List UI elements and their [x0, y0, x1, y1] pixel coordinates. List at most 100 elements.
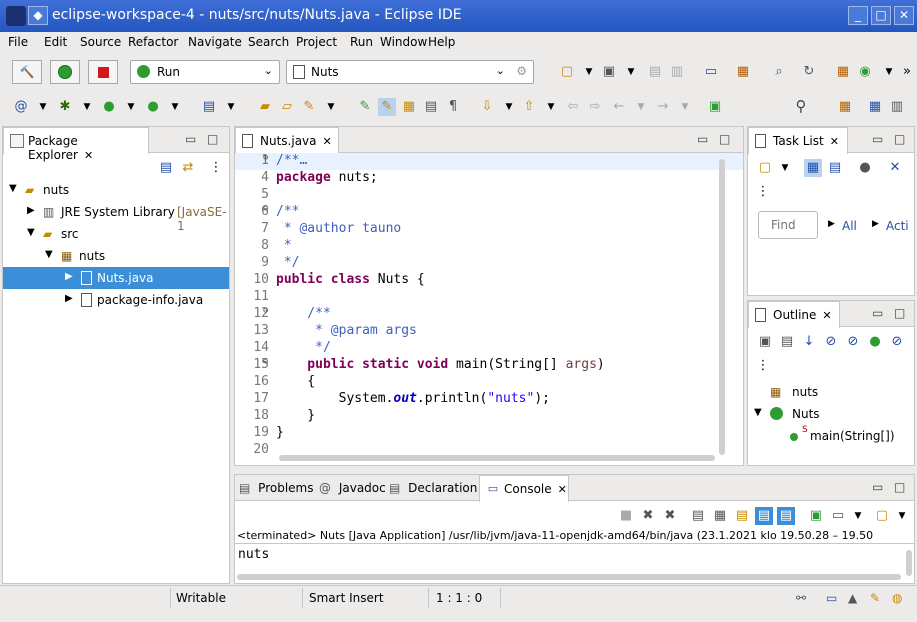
debug-perspective-icon[interactable]: ▥ [888, 98, 906, 116]
close-icon[interactable]: ✕ [84, 149, 93, 162]
block-selection-icon[interactable]: ▦ [400, 98, 418, 116]
toggle-highlight-icon[interactable]: ✎ [378, 98, 396, 116]
gear-icon[interactable]: ⚙ [516, 64, 527, 78]
new-icon[interactable]: ▢ [558, 63, 576, 81]
maximize-icon[interactable]: □ [871, 6, 891, 25]
horizontal-scrollbar[interactable] [237, 574, 901, 580]
menu-refactor[interactable]: Refactor [128, 35, 178, 49]
view-menu-icon[interactable]: ⋮ [754, 183, 772, 201]
hide-static-icon[interactable]: ⊘ [844, 333, 862, 351]
run-external-icon[interactable]: ● [144, 98, 162, 116]
project-config-select[interactable]: Nuts ⌄ ⚙ [286, 60, 534, 84]
display-console-icon[interactable]: ▭ [829, 507, 847, 525]
close-icon[interactable]: ✕ [822, 309, 831, 322]
chevron-down-icon[interactable]: ▼ [632, 98, 650, 116]
tree-item-src[interactable]: ▼ ▰ src [3, 223, 229, 245]
chevron-down-icon[interactable]: ▼ [676, 98, 694, 116]
book-icon[interactable]: ▭ [826, 591, 837, 605]
close-icon[interactable]: ✕ [558, 483, 567, 496]
forward-icon[interactable]: → [654, 98, 672, 116]
console-output-area[interactable]: nuts [235, 543, 914, 583]
fold-collapse-icon[interactable]: ⊖ [263, 204, 268, 214]
open-perspective-icon[interactable]: ▦ [836, 98, 854, 116]
coverage-icon[interactable]: ◉ [856, 63, 874, 81]
tree-item-nuts-java[interactable]: ▶ Nuts.java [3, 267, 229, 289]
tab-declaration[interactable]: ▤ Declaration [389, 481, 477, 495]
next-annotation-icon[interactable]: ⇩ [478, 98, 496, 116]
word-wrap-icon[interactable]: ▤ [422, 98, 440, 116]
open-type-icon[interactable]: ▰ [256, 98, 274, 116]
minimize-icon[interactable]: ▭ [872, 480, 883, 494]
close-icon[interactable]: ✕ [894, 6, 914, 25]
chevron-down-icon[interactable]: ▼ [34, 98, 52, 116]
prev-annotation-icon[interactable]: ⇧ [520, 98, 538, 116]
forward-edit-icon[interactable]: ⇨ [586, 98, 604, 116]
chevron-down-icon[interactable]: ▼ [893, 507, 911, 525]
stop-button[interactable] [88, 60, 118, 84]
minimize-icon[interactable]: ▭ [697, 132, 708, 146]
chevron-down-icon[interactable]: ▼ [754, 407, 762, 418]
outline-item-class[interactable]: ▼ Nuts [748, 403, 914, 425]
external-tools-icon[interactable]: ▦ [834, 63, 852, 81]
focus-icon[interactable]: ● [856, 159, 874, 177]
menu-file[interactable]: File [8, 35, 28, 49]
remove-all-icon[interactable]: ✖ [661, 507, 679, 525]
outline-item-package[interactable]: ▦ nuts [748, 381, 914, 403]
clear-console-icon[interactable]: ▤ [689, 507, 707, 525]
outline-item-method[interactable]: S main(String[]) [748, 425, 914, 447]
hierarchy-icon[interactable]: ▦ [734, 63, 752, 81]
fold-expand-icon[interactable]: ⊕ [263, 153, 268, 163]
overflow-icon[interactable]: » [898, 63, 916, 81]
tab-nuts-java[interactable]: Nuts.java ✕ [235, 127, 339, 154]
back-icon[interactable]: ← [610, 98, 628, 116]
show-on-stderr-icon[interactable]: ▤ [777, 507, 795, 525]
fold-collapse-icon[interactable]: ⊖ [263, 357, 268, 367]
collapse-all-icon[interactable]: ▤ [157, 159, 175, 177]
vertical-scrollbar[interactable] [906, 550, 912, 576]
chevron-down-icon[interactable]: ▼ [776, 159, 794, 177]
task-find-input[interactable] [758, 211, 818, 239]
window-menu-icon[interactable]: ◆ [28, 6, 48, 25]
run-config-select[interactable]: Run ⌄ [130, 60, 280, 84]
code-area[interactable]: 1/**… ⊕ 4 package nuts; 5 6/** ⊖ 7 * @author ta… [235, 153, 743, 465]
maximize-icon[interactable]: □ [894, 480, 905, 494]
chevron-down-icon[interactable]: ▼ [27, 227, 35, 238]
java-perspective-icon[interactable]: ▦ [866, 98, 884, 116]
chevron-down-icon[interactable]: ▼ [849, 507, 867, 525]
chevron-down-icon[interactable]: ▼ [45, 249, 53, 260]
sort-icon[interactable]: ↓ [800, 333, 818, 351]
save-icon[interactable]: ▤ [646, 63, 664, 81]
pin-editor-icon[interactable]: ▣ [706, 98, 724, 116]
focus-active-icon[interactable]: ▣ [756, 333, 774, 351]
terminal-icon[interactable]: ▭ [702, 63, 720, 81]
word-wrap-icon[interactable]: ▤ [733, 507, 751, 525]
open-console-icon[interactable]: ▢ [873, 507, 891, 525]
maximize-icon[interactable]: □ [894, 132, 905, 146]
chevron-down-icon[interactable]: ▼ [122, 98, 140, 116]
scroll-lock-icon[interactable]: ▦ [711, 507, 729, 525]
show-whitespace-icon[interactable]: ¶ [444, 98, 462, 116]
tab-package-explorer[interactable]: Package Explorer ✕ [3, 127, 149, 162]
close-icon[interactable]: ✕ [323, 135, 332, 148]
chevron-down-icon[interactable]: ▼ [78, 98, 96, 116]
new-class-icon[interactable]: ▤ [200, 98, 218, 116]
tab-outline[interactable]: Outline ✕ [748, 301, 840, 328]
chevron-down-icon[interactable]: ▼ [542, 98, 560, 116]
last-edit-icon[interactable]: ⇦ [564, 98, 582, 116]
debug-icon[interactable]: ✱ [56, 98, 74, 116]
minimize-icon[interactable]: _ [848, 6, 868, 25]
collapse-icon[interactable]: ✕ [886, 159, 904, 177]
pen-icon[interactable]: ✎ [300, 98, 318, 116]
categorized-icon[interactable]: ▦ [804, 159, 822, 177]
run-button[interactable] [50, 60, 80, 84]
hide-fields-icon[interactable]: ⊘ [822, 333, 840, 351]
chevron-down-icon[interactable]: ▼ [580, 63, 598, 81]
vertical-scrollbar[interactable] [719, 159, 725, 455]
close-icon[interactable]: ✕ [830, 135, 839, 148]
chevron-right-icon[interactable]: ▶ [65, 271, 73, 282]
scheduled-icon[interactable]: ▤ [826, 159, 844, 177]
menu-help[interactable]: Help [428, 35, 455, 49]
menu-source[interactable]: Source [80, 35, 121, 49]
chevron-down-icon[interactable]: ▼ [166, 98, 184, 116]
minimize-icon[interactable]: ▭ [872, 132, 883, 146]
